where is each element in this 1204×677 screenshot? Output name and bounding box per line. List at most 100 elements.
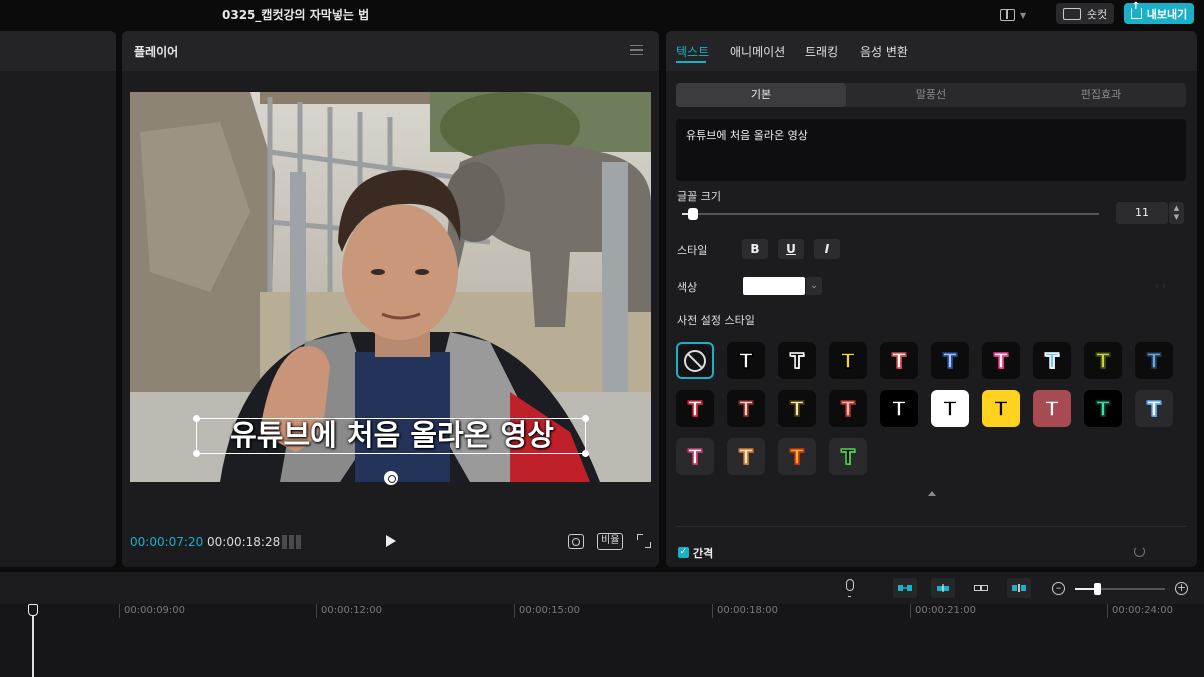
preset-style-label: 사전 설정 스타일: [677, 314, 755, 327]
tab-voice[interactable]: 음성 변환: [860, 43, 908, 60]
subtitle-selection-box[interactable]: 유튜브에 처음 올라온 영상: [193, 415, 589, 457]
timeline-ruler[interactable]: 00:00:09:00 00:00:12:00 00:00:15:00 00:0…: [0, 604, 1204, 677]
preset-style-item[interactable]: T: [931, 342, 969, 379]
preset-style-item[interactable]: T: [727, 342, 765, 379]
preview-axis-icon: [1012, 584, 1026, 592]
preset-nav-arrows: ‹ ›: [1155, 281, 1167, 292]
preset-glyph: T: [891, 348, 906, 374]
tab-text[interactable]: 텍스트: [676, 43, 709, 60]
preset-style-item[interactable]: T: [880, 390, 918, 427]
preset-glyph: T: [1044, 396, 1059, 422]
preset-none[interactable]: [676, 342, 714, 379]
preset-glyph: T: [738, 396, 753, 422]
preset-style-item[interactable]: T: [1135, 390, 1173, 427]
preset-style-item[interactable]: T: [676, 438, 714, 475]
screenshot-icon[interactable]: [568, 534, 584, 549]
layout-button[interactable]: ▼: [1000, 7, 1034, 23]
preset-style-item[interactable]: T: [727, 438, 765, 475]
preset-style-item[interactable]: T: [829, 390, 867, 427]
subtab-effects[interactable]: 편집효과: [1016, 83, 1186, 107]
style-label: 스타일: [677, 244, 708, 257]
preset-style-item[interactable]: T: [727, 390, 765, 427]
microphone-icon[interactable]: [846, 579, 854, 597]
preset-glyph: T: [687, 396, 702, 422]
ruler-label: 00:00:12:00: [316, 604, 382, 618]
preset-style-item[interactable]: T: [982, 390, 1020, 427]
preset-style-item[interactable]: T: [880, 342, 918, 379]
layout-icon: [1000, 9, 1015, 21]
preset-glyph: T: [1146, 396, 1161, 422]
text-input[interactable]: 유튜브에 처음 올라온 영상: [676, 119, 1186, 181]
preset-style-item[interactable]: T: [982, 342, 1020, 379]
no-style-icon: [684, 349, 706, 372]
menu-icon[interactable]: [630, 45, 643, 55]
link-button[interactable]: [969, 578, 993, 598]
preset-style-item[interactable]: T: [676, 390, 714, 427]
link-icon: [974, 585, 988, 591]
preset-glyph: T: [789, 396, 804, 422]
font-size-slider-track[interactable]: [682, 213, 1099, 215]
auto-snap-button[interactable]: [931, 578, 955, 598]
preset-style-item[interactable]: T: [778, 390, 816, 427]
ratio-button[interactable]: 비율: [597, 533, 624, 550]
divider: [676, 526, 1186, 527]
fullscreen-icon[interactable]: [637, 534, 651, 548]
preset-glyph: T: [840, 348, 855, 374]
font-size-stepper[interactable]: ▲ ▼: [1169, 202, 1184, 224]
preset-glyph: T: [687, 444, 702, 470]
preset-glyph: T: [738, 444, 753, 470]
bold-button[interactable]: B: [742, 239, 768, 259]
playhead[interactable]: [32, 608, 34, 677]
preset-glyph: T: [840, 396, 855, 422]
preset-glyph: T: [942, 396, 957, 422]
shortcut-button[interactable]: 숏컷: [1056, 3, 1114, 24]
preset-style-item[interactable]: T: [829, 342, 867, 379]
color-swatch[interactable]: [743, 277, 805, 295]
preset-style-item[interactable]: T: [1135, 342, 1173, 379]
preset-glyph: T: [1095, 348, 1110, 374]
preset-glyph: T: [891, 396, 906, 422]
player-panel: 플레이어 유튜브에 처음 올라온 영상 00:00:07:20 00:00:18…: [122, 31, 659, 567]
rotate-icon[interactable]: [384, 471, 398, 485]
collapse-arrow-icon[interactable]: [928, 491, 936, 496]
preset-style-item[interactable]: T: [1033, 342, 1071, 379]
frames-icon[interactable]: [282, 535, 303, 549]
font-size-input[interactable]: 11: [1116, 202, 1168, 224]
spacing-checkbox[interactable]: ✓: [678, 547, 689, 558]
chevron-down-icon[interactable]: ⌄: [806, 277, 822, 295]
preset-style-item[interactable]: T: [1084, 342, 1122, 379]
playhead-handle[interactable]: [28, 604, 38, 616]
export-label: 내보내기: [1146, 7, 1188, 21]
preset-style-item[interactable]: T: [829, 438, 867, 475]
subtab-basic[interactable]: 기본: [676, 83, 846, 107]
preset-style-item[interactable]: T: [931, 390, 969, 427]
italic-button[interactable]: I: [814, 239, 840, 259]
zoom-slider-thumb[interactable]: [1093, 583, 1101, 595]
preset-style-item[interactable]: T: [1033, 390, 1071, 427]
media-panel: [0, 31, 116, 567]
zoom-out-icon[interactable]: –: [1052, 582, 1065, 595]
snap-icon: [937, 584, 949, 592]
ruler-label: 00:00:18:00: [712, 604, 778, 618]
preset-style-item[interactable]: T: [778, 438, 816, 475]
preset-style-item[interactable]: T: [1084, 390, 1122, 427]
preset-glyph: T: [1044, 348, 1059, 374]
preset-glyph: T: [1146, 348, 1161, 374]
preset-style-grid: TTTTTTTTTTTTTTTTTTTTTTT: [676, 342, 1176, 482]
play-icon[interactable]: [386, 535, 396, 547]
link-clip-button[interactable]: [893, 578, 917, 598]
project-title: 0325_캡컷강의 자막넣는 법: [222, 8, 370, 22]
subtab-bubble[interactable]: 말풍선: [846, 83, 1016, 107]
export-button[interactable]: 내보내기: [1124, 2, 1194, 24]
underline-button[interactable]: U: [778, 239, 804, 259]
font-size-slider-thumb[interactable]: [688, 208, 699, 220]
tab-tracking[interactable]: 트래킹: [805, 43, 838, 60]
shortcut-label: 숏컷: [1086, 7, 1108, 21]
preview-axis-button[interactable]: [1007, 578, 1031, 598]
tab-animation[interactable]: 애니메이션: [730, 43, 785, 60]
reset-icon[interactable]: [1134, 546, 1145, 557]
zoom-in-icon[interactable]: +: [1175, 582, 1188, 595]
preset-glyph: T: [840, 444, 855, 470]
ruler-label: 00:00:21:00: [910, 604, 976, 618]
preset-style-item[interactable]: T: [778, 342, 816, 379]
